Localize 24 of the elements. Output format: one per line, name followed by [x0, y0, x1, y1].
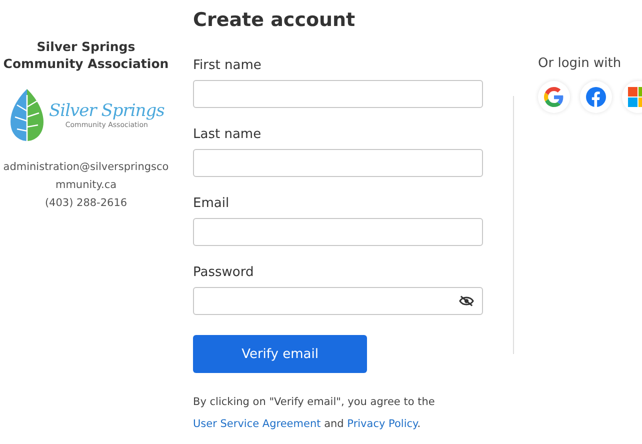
- field-label: Last name: [193, 126, 262, 143]
- verify-email-button[interactable]: Verify email: [193, 335, 367, 373]
- input-field[interactable]: [193, 149, 483, 177]
- windows-logo-icon: [628, 87, 642, 107]
- field-label: Email: [193, 195, 230, 212]
- social-login-button[interactable]: [538, 81, 570, 113]
- contact-phone: (403) 288-2616: [44, 196, 128, 211]
- agreement-text: By clicking on "Verify email", you agree to the User Service Agreement and Privacy Policy.: [193, 395, 436, 432]
- facebook-icon: [586, 87, 606, 107]
- field-label: First name: [193, 57, 262, 74]
- hide-password-icon[interactable]: [459, 295, 474, 307]
- input-field[interactable]: [193, 218, 483, 246]
- social-login-title: Or login with: [538, 56, 622, 71]
- organization-name: Silver Springs Community Association: [2, 38, 170, 72]
- input-field[interactable]: [193, 80, 483, 108]
- logo-wordmark: Silver Springs: [49, 101, 164, 121]
- privacy-policy-link[interactable]: Privacy Policy: [347, 418, 418, 430]
- social-login-button[interactable]: [580, 81, 612, 113]
- google-icon: [544, 87, 564, 107]
- contact-email: administration@silverspringscommunity.ca: [3, 160, 169, 193]
- page-title: Create account: [193, 9, 356, 31]
- password-field[interactable]: [193, 287, 483, 315]
- field-label: Password: [193, 264, 255, 281]
- user-agreement-link[interactable]: User Service Agreement: [193, 418, 321, 430]
